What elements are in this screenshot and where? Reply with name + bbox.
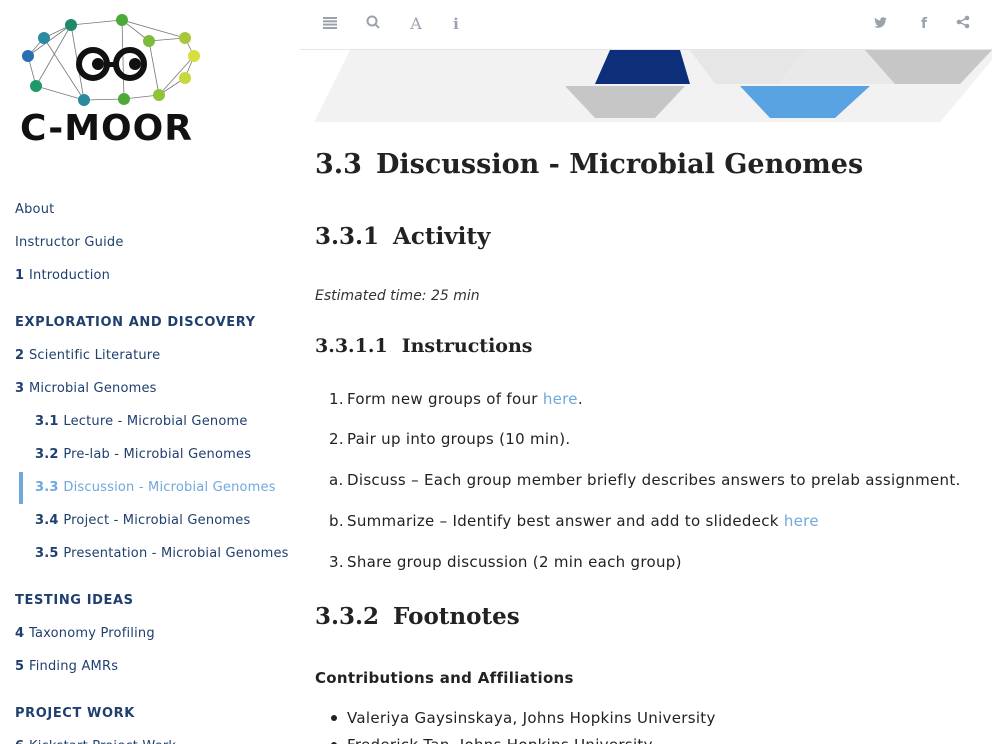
- header-banner: [314, 50, 992, 122]
- logo-text: C-MOOR: [20, 108, 193, 149]
- section-footnotes: 3.3.2 Footnotes: [315, 603, 520, 630]
- sidebar-item-number: 3.2: [35, 447, 64, 462]
- sidebar-item[interactable]: Instructor Guide: [15, 235, 124, 250]
- list-item-text: Summarize – Identify best answer and add…: [347, 512, 784, 530]
- menu-icon[interactable]: [320, 14, 340, 34]
- list-item-text: Discuss – Each group member briefly desc…: [347, 471, 961, 489]
- section-instructions: 3.3.1.1 Instructions: [315, 335, 533, 357]
- sidebar-item[interactable]: 2 Scientific Literature: [15, 348, 160, 363]
- list-marker: b.: [329, 512, 344, 530]
- list-marker: 2.: [329, 430, 344, 448]
- facebook-icon[interactable]: f: [914, 14, 934, 34]
- sidebar-section-header: EXPLORATION AND DISCOVERY: [15, 315, 256, 330]
- sidebar-item[interactable]: About: [15, 202, 54, 217]
- list-item-text: Share group discussion (2 min each group…: [347, 553, 682, 571]
- sidebar-item-label: Pre-lab - Microbial Genomes: [63, 447, 252, 462]
- sidebar-item[interactable]: 6 Kickstart Project Work: [15, 739, 176, 744]
- sidebar-item-number: 4: [15, 626, 29, 641]
- sidebar-item-label: Taxonomy Profiling: [28, 626, 155, 641]
- sidebar-item-number: 1: [15, 268, 29, 283]
- sidebar-item[interactable]: 3.3 Discussion - Microbial Genomes: [35, 480, 276, 495]
- search-icon[interactable]: [363, 14, 383, 34]
- list-item-text: Form new groups of four: [347, 390, 543, 408]
- page-title: 3.3 Discussion - Microbial Genomes: [315, 149, 864, 180]
- sidebar-item-number: 3: [15, 381, 29, 396]
- toolbar: A i f: [300, 0, 992, 50]
- info-icon[interactable]: i: [446, 14, 466, 34]
- list-marker: 1.: [329, 390, 344, 408]
- sidebar-section-header: TESTING IDEAS: [15, 593, 134, 608]
- sidebar-section-header: PROJECT WORK: [15, 706, 135, 721]
- share-icon[interactable]: [953, 14, 973, 34]
- estimated-time: Estimated time: 25 min: [315, 288, 480, 304]
- list-item: a. Discuss – Each group member briefly de…: [329, 471, 961, 489]
- sidebar-item-label: Kickstart Project Work: [29, 739, 176, 744]
- list-marker: 3.: [329, 553, 344, 571]
- sidebar-item-label: Discussion - Microbial Genomes: [63, 480, 276, 495]
- sidebar-item-number: 3.3: [35, 480, 64, 495]
- sidebar-item-number: 5: [15, 659, 29, 674]
- font-icon[interactable]: A: [406, 14, 426, 34]
- sidebar-item-label: Instructor Guide: [15, 235, 124, 250]
- section-activity: 3.3.1 Activity: [315, 223, 491, 250]
- sidebar-item-label: Microbial Genomes: [28, 381, 157, 396]
- list-item: b. Summarize – Identify best answer and a…: [329, 512, 819, 530]
- contributions-heading: Contributions and Affiliations: [315, 669, 574, 687]
- sidebar-item-label: Finding AMRs: [28, 659, 119, 674]
- here-link[interactable]: here: [784, 512, 819, 530]
- contributor-item: Valeriya Gaysinskaya, Johns Hopkins Univ…: [331, 709, 716, 727]
- twitter-icon[interactable]: [871, 14, 891, 34]
- here-link[interactable]: here: [543, 390, 578, 408]
- contributor-name: Frederick Tan, Johns Hopkins University: [347, 736, 653, 744]
- sidebar-item-label: Introduction: [28, 268, 111, 283]
- sidebar-item-label: About: [15, 202, 55, 217]
- sidebar-item-label: Presentation - Microbial Genomes: [63, 546, 289, 561]
- active-indicator: [19, 472, 23, 504]
- sidebar-item-label: Lecture - Microbial Genome: [63, 414, 248, 429]
- sidebar-item[interactable]: 3.1 Lecture - Microbial Genome: [35, 414, 248, 429]
- sidebar-item[interactable]: 1 Introduction: [15, 268, 110, 283]
- sidebar-item-label: Project - Microbial Genomes: [63, 513, 251, 528]
- contributor-name: Valeriya Gaysinskaya, Johns Hopkins Univ…: [347, 709, 716, 727]
- list-item: 3. Share group discussion (2 min each gro…: [329, 553, 682, 571]
- list-marker: a.: [329, 471, 344, 489]
- sidebar-item-number: 3.4: [35, 513, 64, 528]
- sidebar: C-MOOR About Instructor Guide 1 Introducti…: [0, 0, 300, 744]
- contributor-item: Frederick Tan, Johns Hopkins University: [331, 736, 653, 744]
- sidebar-item[interactable]: 3.4 Project - Microbial Genomes: [35, 513, 250, 528]
- sidebar-item-number: 3.5: [35, 546, 64, 561]
- sidebar-item-number: 3.1: [35, 414, 64, 429]
- sidebar-item[interactable]: 3.2 Pre-lab - Microbial Genomes: [35, 447, 251, 462]
- sidebar-item-label: Scientific Literature: [28, 348, 161, 363]
- list-item: 1. Form new groups of four here.: [329, 390, 583, 408]
- sidebar-item[interactable]: 3 Microbial Genomes: [15, 381, 157, 396]
- sidebar-item-number: 2: [15, 348, 29, 363]
- bullet: [331, 715, 337, 721]
- sidebar-item[interactable]: 4 Taxonomy Profiling: [15, 626, 155, 641]
- list-item-text: Pair up into groups (10 min).: [347, 430, 571, 448]
- list-item-tail: .: [577, 390, 583, 408]
- sidebar-item[interactable]: 5 Finding AMRs: [15, 659, 118, 674]
- list-item: 2. Pair up into groups (10 min).: [329, 430, 571, 448]
- sidebar-item-number: 6: [15, 739, 29, 744]
- sidebar-item[interactable]: 3.5 Presentation - Microbial Genomes: [35, 546, 289, 561]
